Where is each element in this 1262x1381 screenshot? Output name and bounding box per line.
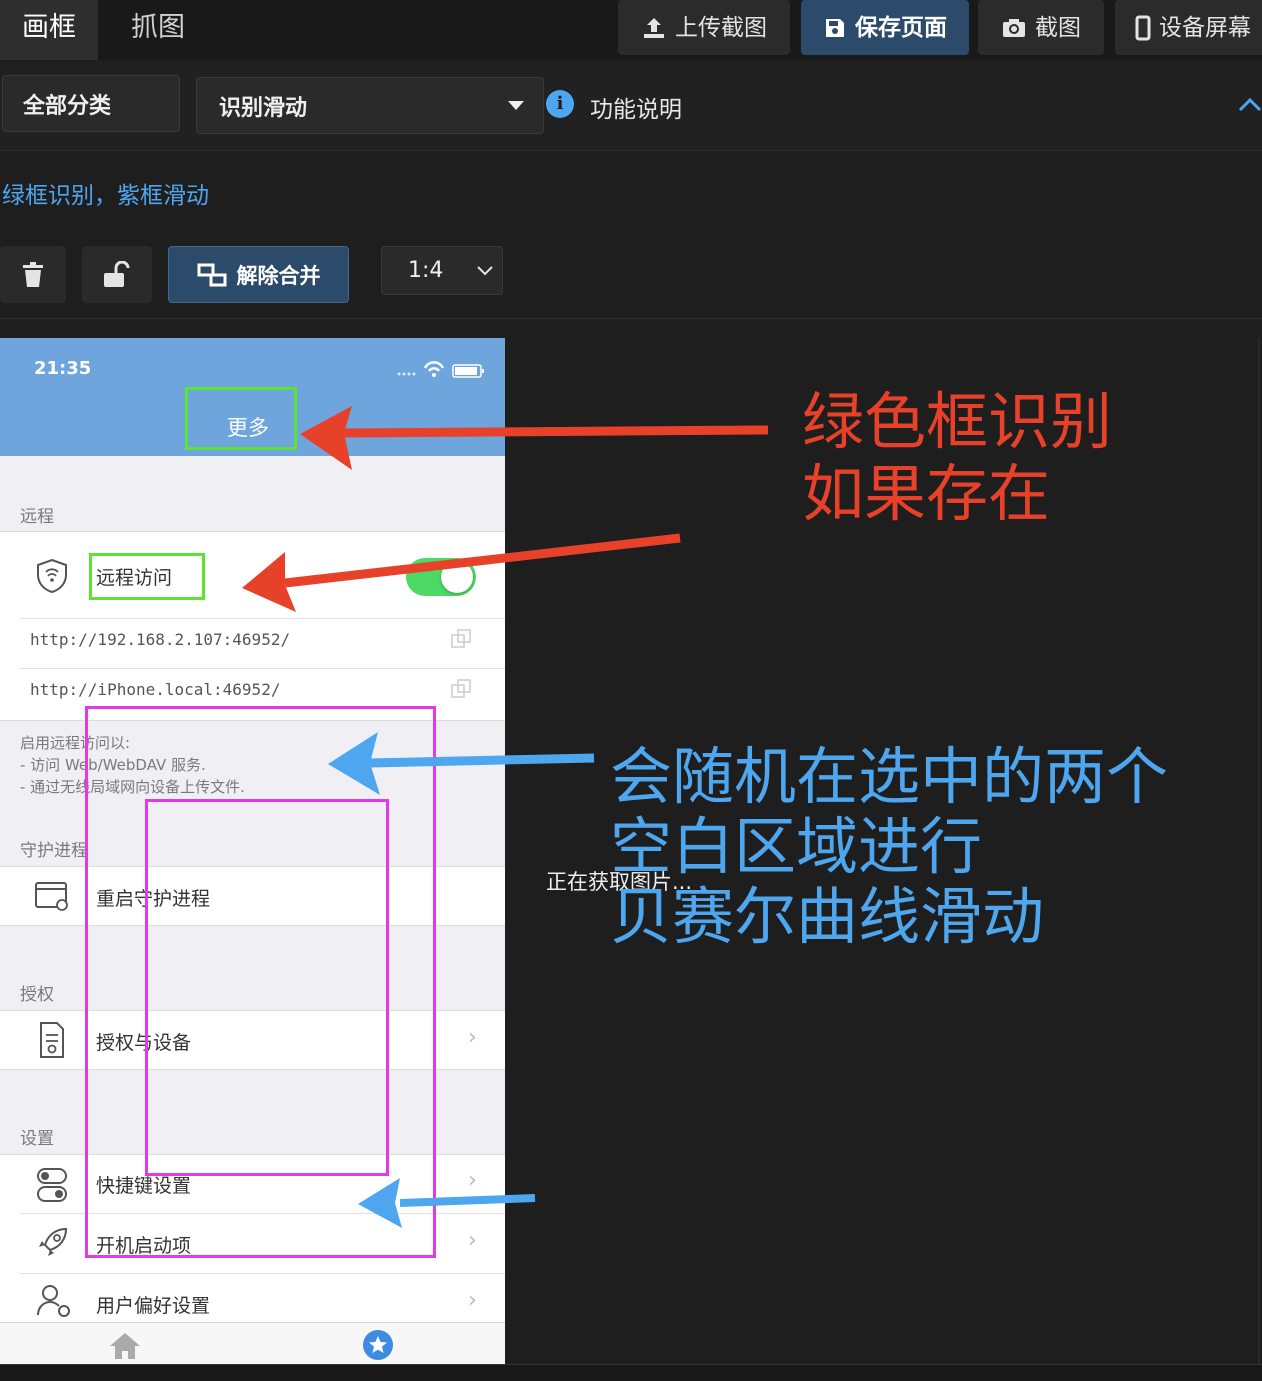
- divider: [0, 318, 1262, 319]
- terminal-icon: [35, 882, 68, 911]
- canvas-edge: [1258, 338, 1260, 1364]
- star-icon[interactable]: [362, 1329, 394, 1361]
- phone-time: 21:35: [34, 358, 92, 379]
- annotation-green-recognize: 绿色框识别 如果存在: [802, 385, 1113, 530]
- save-icon: [826, 18, 844, 37]
- action-dropdown-value: 识别滑动: [219, 95, 308, 121]
- toggle-switches-icon: [37, 1168, 67, 1202]
- tab-draw-frame[interactable]: 画框: [0, 0, 98, 60]
- camera-icon: [1003, 18, 1025, 37]
- chevron-right-icon: ›: [468, 1025, 477, 1050]
- tab-capture[interactable]: 抓图: [110, 0, 206, 60]
- copy-icon[interactable]: [450, 628, 472, 650]
- mode-description: 绿框识别，紫框滑动: [2, 183, 209, 209]
- ratio-dropdown[interactable]: 1:4: [381, 246, 503, 295]
- unmerge-icon: [197, 263, 226, 286]
- green-recognize-frame-1[interactable]: [185, 387, 297, 450]
- chevron-right-icon: ›: [468, 1228, 477, 1253]
- caret-down-icon: [508, 100, 524, 110]
- section-daemon: 守护进程: [20, 841, 88, 861]
- category-select[interactable]: 全部分类: [2, 75, 180, 132]
- chevron-up-icon[interactable]: [1238, 96, 1262, 112]
- upload-label: 上传截图: [675, 14, 767, 41]
- rocket-icon: [39, 1227, 68, 1256]
- phone-tabbar: [0, 1322, 505, 1364]
- purple-swipe-frame-2[interactable]: [145, 799, 389, 1176]
- ratio-value: 1:4: [408, 258, 444, 283]
- section-license: 授权: [20, 985, 54, 1005]
- chevron-right-icon: ›: [468, 1168, 477, 1193]
- home-icon[interactable]: [108, 1331, 142, 1361]
- trash-icon: [23, 261, 43, 287]
- chevron-right-icon: ›: [468, 1288, 477, 1313]
- delete-button[interactable]: [0, 246, 66, 303]
- mobile-icon: [1135, 15, 1151, 40]
- unmerge-button[interactable]: 解除合并: [168, 246, 349, 303]
- copy-icon[interactable]: [450, 678, 472, 700]
- info-icon[interactable]: i: [546, 90, 574, 118]
- url-ip[interactable]: http://192.168.2.107:46952/: [30, 630, 290, 649]
- shield-icon: [37, 558, 67, 594]
- save-page-button[interactable]: 保存页面: [801, 0, 969, 55]
- green-recognize-frame-2[interactable]: [89, 553, 205, 600]
- status-icons: [397, 361, 484, 378]
- device-screen-button[interactable]: 设备屏幕: [1115, 0, 1262, 55]
- unlock-button[interactable]: [82, 246, 152, 303]
- remote-access-toggle[interactable]: [406, 558, 476, 596]
- phone-screenshot[interactable]: 21:35 更多 远程 远程访问 http://192.168.2.107:46…: [0, 338, 505, 1364]
- upload-screenshot-button[interactable]: 上传截图: [618, 0, 790, 55]
- user-settings-icon: [37, 1285, 70, 1317]
- user-prefs-label[interactable]: 用户偏好设置: [96, 1291, 210, 1318]
- action-dropdown[interactable]: 识别滑动: [196, 77, 544, 134]
- annotation-bezier-swipe: 会随机在选中的两个 空白区域进行 贝赛尔曲线滑动: [610, 740, 1169, 953]
- screenshot-button[interactable]: 截图: [978, 0, 1104, 55]
- save-label: 保存页面: [855, 14, 947, 41]
- url-local[interactable]: http://iPhone.local:46952/: [30, 680, 280, 699]
- bottom-bar: [0, 1364, 1262, 1381]
- unlock-icon: [104, 260, 130, 287]
- screenshot-label: 截图: [1035, 14, 1081, 41]
- unmerge-label: 解除合并: [236, 263, 321, 288]
- section-settings: 设置: [20, 1129, 54, 1149]
- device-label: 设备屏幕: [1159, 14, 1251, 41]
- chevron-down-icon: [477, 265, 493, 275]
- certificate-icon: [40, 1022, 64, 1058]
- section-remote: 远程: [20, 507, 54, 527]
- remote-group: 远程访问 http://192.168.2.107:46952/ http://…: [0, 531, 505, 721]
- upload-icon: [644, 17, 664, 38]
- help-link[interactable]: 功能说明: [590, 90, 682, 124]
